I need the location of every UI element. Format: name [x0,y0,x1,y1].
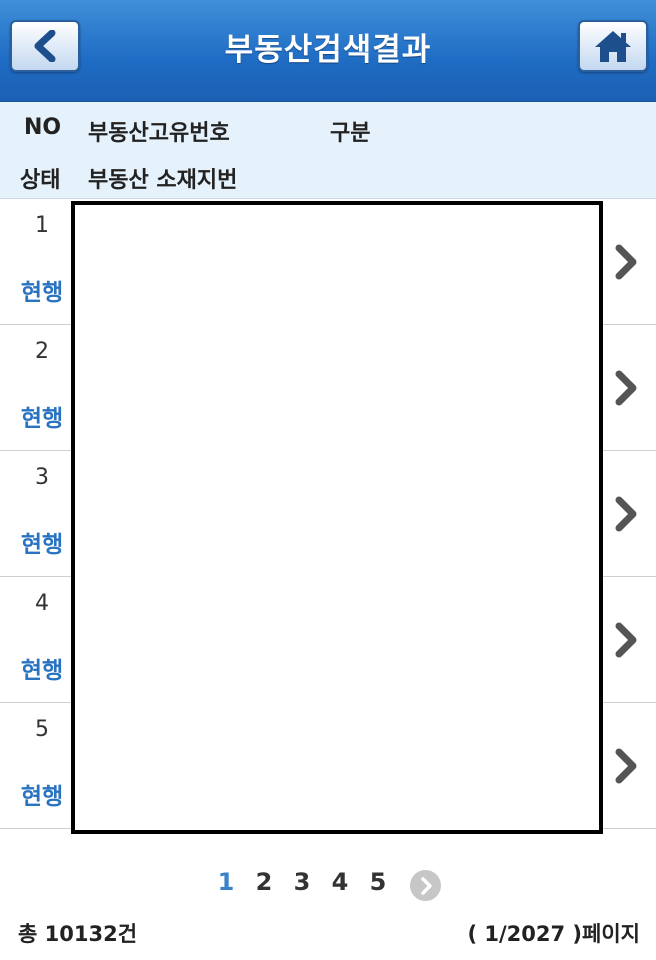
column-status: 상태 [20,168,61,193]
column-unique-number: 부동산고유번호 [88,121,230,146]
next-page-button[interactable] [410,870,441,901]
column-no: NO [24,115,62,140]
chevron-right-circle-icon [420,876,432,895]
column-address: 부동산 소재지번 [88,168,238,193]
chevron-right-icon[interactable] [612,495,640,533]
list-header: NO 부동산고유번호 구분 상태 부동산 소재지번 [0,102,656,199]
pagination: 1 2 3 4 5 [0,868,656,904]
page-indicator: ( 1/2027 )페이지 [467,922,640,946]
chevron-right-icon[interactable] [612,621,640,659]
redaction-box [71,201,603,834]
page-3-link[interactable]: 3 [290,868,314,896]
page-title: 부동산검색결과 [224,32,432,68]
page-1-link[interactable]: 1 [214,868,238,896]
page-4-link[interactable]: 4 [328,868,352,896]
column-category: 구분 [330,121,371,146]
page-5-link[interactable]: 5 [366,868,390,896]
page-2-link[interactable]: 2 [252,868,276,896]
home-icon [595,31,631,62]
chevron-right-icon[interactable] [612,747,640,785]
chevron-right-icon[interactable] [612,243,640,281]
total-count: 총 10132건 [18,922,138,946]
home-button[interactable] [578,20,648,72]
chevron-right-icon[interactable] [612,369,640,407]
top-bar: 부동산검색결과 [0,0,656,102]
